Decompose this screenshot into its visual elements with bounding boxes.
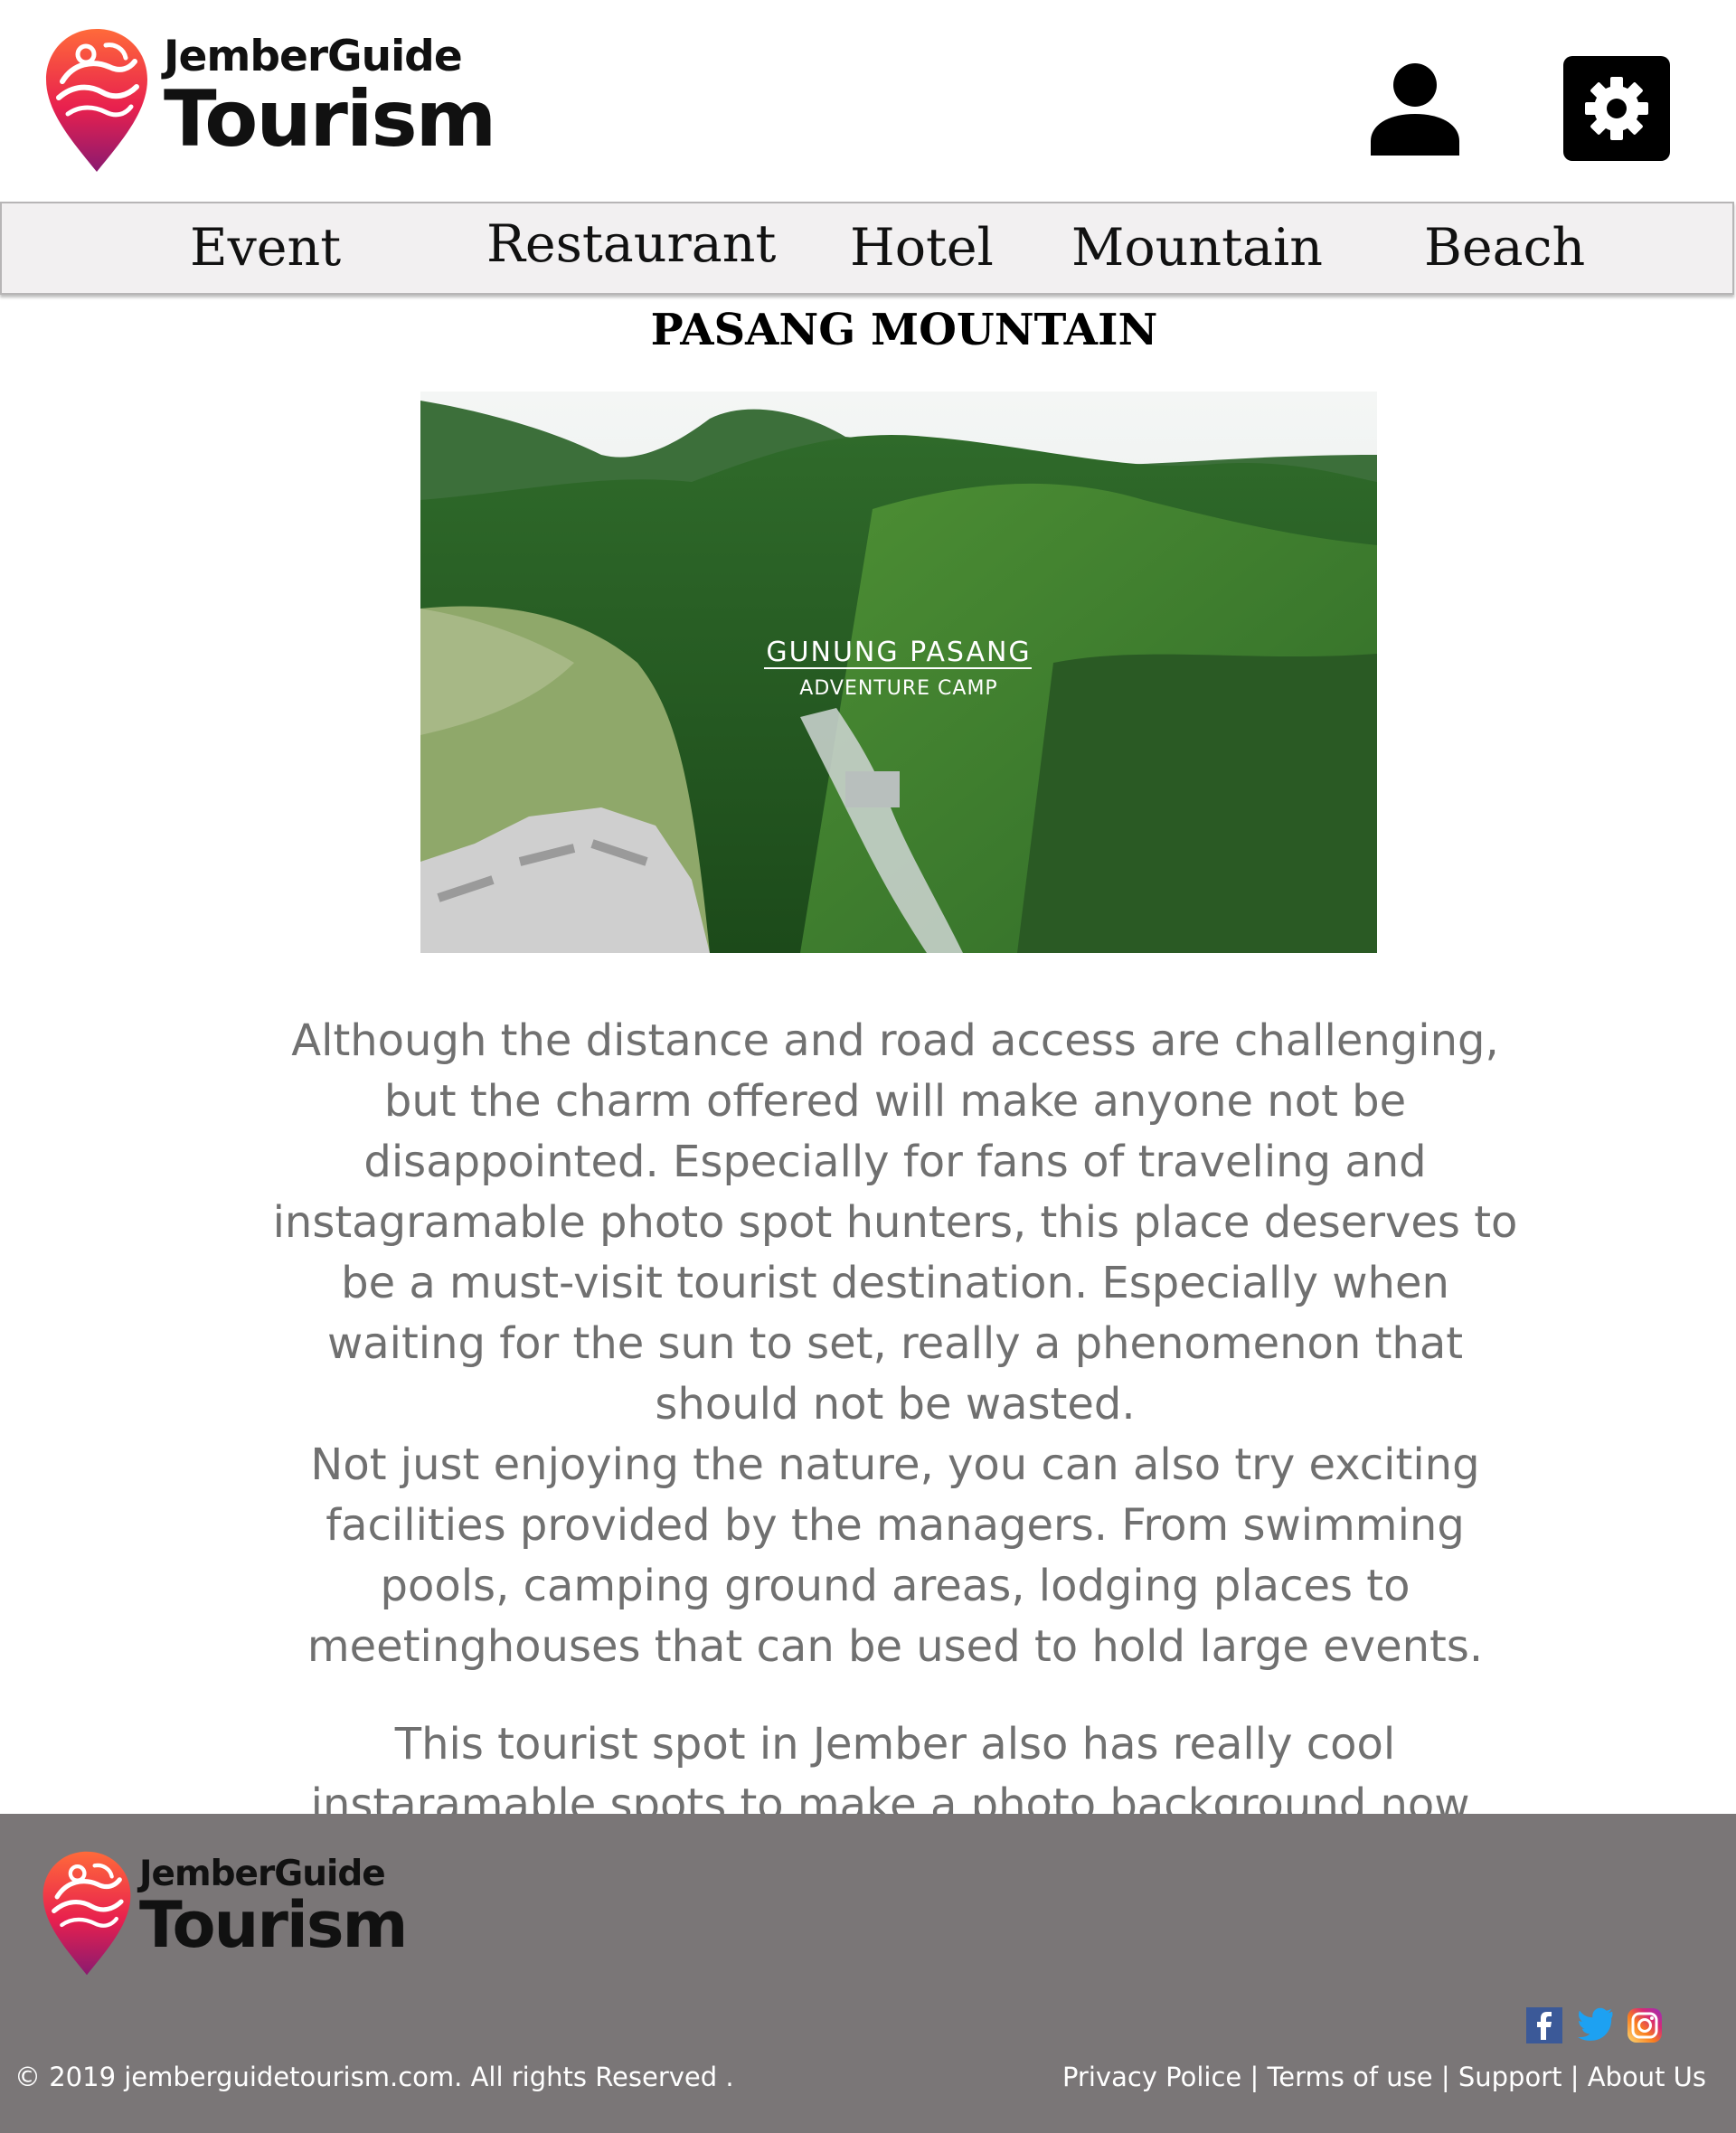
photo-overlay-title: GUNUNG PASANG [766,637,1031,668]
brand-line2: Tourism [164,74,496,165]
description: Although the distance and road access ar… [271,1011,1519,1836]
photo-overlay-subtitle: ADVENTURE CAMP [799,677,997,700]
footer-logo[interactable]: JemberGuide Tourism [40,1850,408,1977]
map-pin-logo-icon [42,1851,131,1976]
copyright-text: © 2019 jemberguidetourism.com. All right… [14,2062,734,2092]
nav-item-mountain[interactable]: Mountain [1071,203,1323,293]
header: JemberGuide Tourism [0,0,1736,202]
nav-item-beach[interactable]: Beach [1424,203,1585,293]
instagram-icon[interactable] [1627,2007,1663,2043]
footer-brand-name: JemberGuide Tourism [139,1855,408,1962]
footer-link-support[interactable]: Support [1458,2062,1562,2092]
nav-item-restaurant[interactable]: Restaurant [486,200,776,289]
footer-links: Privacy Police | Terms of use | Support … [1062,2062,1706,2092]
site-logo[interactable]: JemberGuide Tourism [42,27,496,174]
user-icon[interactable] [1367,61,1463,157]
footer-link-separator: | [1432,2062,1458,2092]
description-paragraph-1: Although the distance and road access ar… [272,1015,1518,1430]
page-title: PASANG MOUNTAIN [650,305,1158,355]
map-pin-logo-icon [46,29,147,172]
footer-link-about[interactable]: About Us [1588,2062,1706,2092]
twitter-icon[interactable] [1578,2007,1614,2043]
brand-name: JemberGuide Tourism [164,33,496,165]
main-nav: Event Restaurant Hotel Mountain Beach [0,202,1734,295]
footer-link-terms[interactable]: Terms of use [1268,2062,1433,2092]
nav-item-hotel[interactable]: Hotel [850,203,994,293]
facebook-icon[interactable] [1526,2007,1562,2043]
footer-link-privacy[interactable]: Privacy Police [1062,2062,1241,2092]
settings-button[interactable] [1563,56,1670,161]
footer-brand-line2: Tourism [139,1887,408,1962]
mountain-photo: GUNUNG PASANG ADVENTURE CAMP [420,392,1377,953]
footer-link-separator: | [1241,2062,1268,2092]
footer-link-separator: | [1561,2062,1588,2092]
gear-icon [1585,77,1648,140]
description-paragraph-2: Not just enjoying the nature, you can al… [307,1439,1484,1672]
nav-item-event[interactable]: Event [190,203,341,293]
